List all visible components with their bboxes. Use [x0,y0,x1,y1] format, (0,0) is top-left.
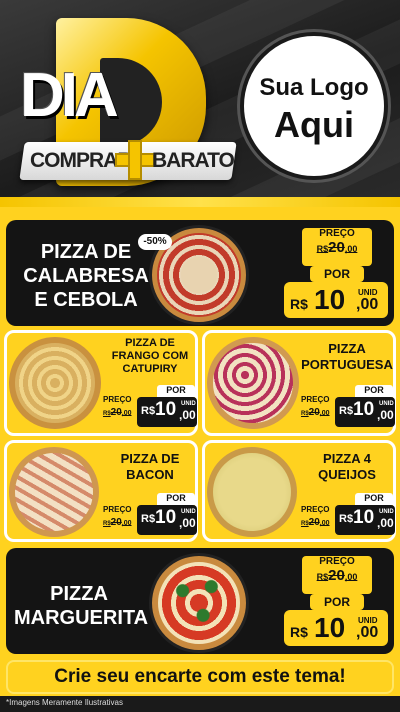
header-banner: DIA COMPRAR BARATO Sua Logo Aqui [0,0,400,205]
old-price: R$20,00 [316,239,358,256]
pizza-image [207,337,299,429]
preco-label: PREÇO [103,505,132,514]
name-line: BACON [126,466,174,482]
product-name: PIZZA DE FRANGO COM CATUPIRY [103,337,197,377]
name-line: PORTUGUESA [301,356,393,372]
card-frango: PIZZA DE FRANGO COM CATUPIRY PREÇO R$20,… [4,330,198,436]
name-line: PIZZA DE [40,241,132,263]
plus-icon [115,140,155,180]
name-line: PIZZA DE [120,451,180,466]
name-line: MARGUERITA [14,607,149,629]
por-label: POR [355,385,393,397]
preco-label: PREÇO [319,556,355,567]
por-label: POR [355,493,393,505]
price-box: R$ 10 UNID ,00 [335,397,395,427]
old-price: R$20,00 [103,407,132,418]
name-line: CALABRESA [23,265,149,287]
product-name: PIZZA MARGUERITA [14,582,149,630]
preco-label: PREÇO [301,395,330,404]
name-line: QUEIJOS [318,466,376,482]
preco-label: PREÇO [103,395,132,404]
pizza-image [207,447,297,537]
footer: *Imagens Meramente Ilustrativas [0,696,400,712]
logo-line-1: Sua Logo [259,74,369,101]
name-line: FRANGO COM [111,350,189,363]
name-line: CATUPIRY [122,363,178,376]
old-price: R$20,00 [316,567,358,584]
name-line: E CEBOLA [34,289,138,311]
cta-banner[interactable]: Crie seu encarte com este tema! [6,660,394,694]
disclaimer-text: *Imagens Meramente Ilustrativas [6,698,123,707]
name-line: PIZZA DE [125,337,175,349]
product-name: PIZZA PORTUGUESA [299,341,395,372]
old-price: R$20,00 [103,517,132,528]
card-calabresa: PIZZA DE CALABRESA E CEBOLA PREÇO R$20,0… [6,220,394,326]
logo-line-2: Aqui [274,104,354,145]
price-box: R$ 10 UNID ,00 [137,397,197,427]
card-portuguesa: PIZZA PORTUGUESA PREÇO R$20,00 POR R$ 10 U… [202,330,396,436]
por-label: POR [310,266,364,282]
dia-title: DIA [20,61,119,130]
preco-label: PREÇO [319,228,355,239]
por-label: POR [157,385,195,397]
old-price: R$20,00 [301,407,330,418]
preco-label: PREÇO [301,505,330,514]
card-bacon: PIZZA DE BACON PREÇO R$20,00 POR R$ 10 UNI… [4,440,198,542]
product-name: PIZZA DE CALABRESA E CEBOLA [16,240,156,312]
name-line: PIZZA [328,341,366,356]
card-marguerita: PIZZA MARGUERITA PREÇO R$20,00 POR R$ 10… [6,548,394,654]
old-price-box: PREÇO R$20,00 [302,228,372,266]
old-price: R$20,00 [301,517,330,528]
name-line: PIZZA [50,583,108,605]
card-queijos: PIZZA 4 QUEIJOS PREÇO R$20,00 POR R$ 10 UN… [202,440,396,542]
price-box: R$ 10 UNID ,00 [284,282,388,318]
por-label: POR [157,493,195,505]
gold-divider [0,197,400,207]
logo-placeholder: Sua Logo Aqui [240,32,388,180]
pizza-image [9,447,99,537]
barato-text: BARATO [152,149,235,172]
por-label: POR [310,594,364,610]
pizza-image [9,337,101,429]
price-box: R$ 10 UNID ,00 [284,610,388,646]
price-box: R$ 10 UNID ,00 [335,505,395,535]
price-box: R$ 10 UNID ,00 [137,505,197,535]
product-name: PIZZA DE BACON [103,451,197,482]
old-price-box: PREÇO R$20,00 [302,556,372,594]
pizza-image [152,556,246,650]
name-line: PIZZA 4 [323,451,371,466]
discount-badge: -50% [138,234,172,250]
product-name: PIZZA 4 QUEIJOS [299,451,395,482]
